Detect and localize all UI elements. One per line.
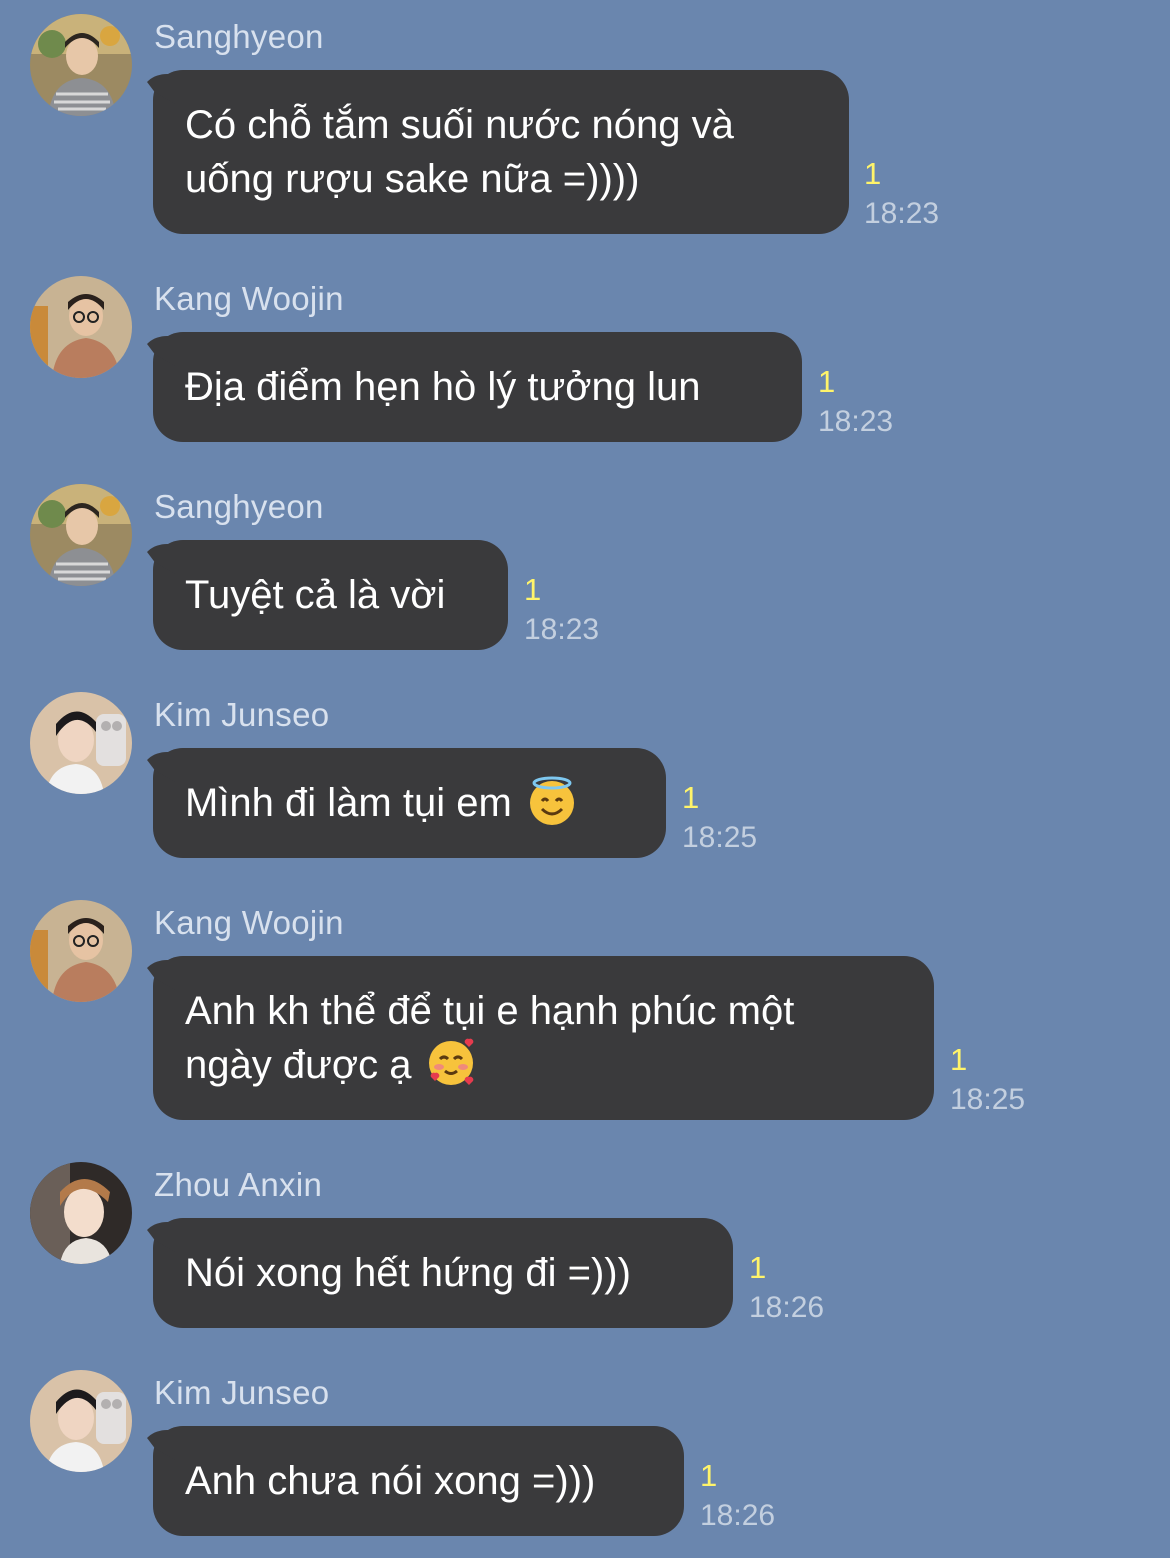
- sender-name: Sanghyeon: [154, 488, 324, 525]
- unread-count: 1: [950, 1042, 968, 1077]
- timestamp: 18:23: [524, 613, 600, 646]
- timestamp: 18:23: [864, 197, 940, 230]
- message-text: Nói xong hết hứng đi =))): [185, 1251, 631, 1295]
- timestamp: 18:25: [950, 1083, 1026, 1116]
- message-text: Có chỗ tắm suối nước nóng và uống rượu s…: [185, 103, 734, 201]
- avatar-kang-woojin: [30, 900, 132, 1002]
- message-meta: 1 18:23: [864, 154, 939, 234]
- message-bubble[interactable]: Anh kh thể để tụi e hạnh phúc một ngày đ…: [153, 956, 934, 1120]
- avatar-sanghyeon: [30, 14, 132, 116]
- timestamp: 18:25: [682, 821, 758, 854]
- message-bubble[interactable]: Mình đi làm tụi em: [153, 748, 666, 858]
- message-meta: 1 18:26: [700, 1456, 775, 1536]
- sender-name: Kang Woojin: [154, 904, 344, 941]
- avatar[interactable]: [30, 1162, 132, 1264]
- sender-name: Kang Woojin: [154, 280, 344, 317]
- message-row: Sanghyeon Có chỗ tắm suối nước nóng và u…: [0, 14, 1170, 234]
- unread-count: 1: [524, 572, 542, 607]
- unread-count: 1: [864, 156, 882, 191]
- message-row: Kang Woojin Anh kh thể để tụi e hạnh phú…: [0, 900, 1170, 1120]
- smiling-face-with-halo-emoji: [529, 776, 574, 826]
- message-meta: 1 18:25: [950, 1040, 1025, 1120]
- avatar[interactable]: [30, 14, 132, 116]
- sender-name: Kim Junseo: [154, 696, 330, 733]
- smiling-face-with-hearts-emoji: [429, 1039, 474, 1086]
- avatar[interactable]: [30, 692, 132, 794]
- message-bubble[interactable]: Địa điểm hẹn hò lý tưởng lun: [153, 332, 802, 442]
- avatar-sanghyeon: [30, 484, 132, 586]
- message-meta: 1 18:23: [524, 570, 599, 650]
- unread-count: 1: [818, 364, 836, 399]
- avatar-kim-junseo: [30, 1370, 132, 1472]
- message-text: Địa điểm hẹn hò lý tưởng lun: [185, 365, 701, 409]
- message-bubble[interactable]: Nói xong hết hứng đi =))): [153, 1218, 733, 1328]
- avatar[interactable]: [30, 484, 132, 586]
- avatar[interactable]: [30, 900, 132, 1002]
- unread-count: 1: [682, 780, 700, 815]
- avatar-kang-woojin: [30, 276, 132, 378]
- unread-count: 1: [700, 1458, 718, 1493]
- sender-name: Sanghyeon: [154, 18, 324, 55]
- sender-name: Zhou Anxin: [154, 1166, 323, 1203]
- message-row: Sanghyeon Tuyệt cả là vời 1 18:23: [0, 484, 1170, 650]
- timestamp: 18:23: [818, 405, 894, 438]
- chat-message-list[interactable]: Sanghyeon Có chỗ tắm suối nước nóng và u…: [0, 0, 1170, 1558]
- avatar-zhou-anxin: [30, 1162, 132, 1264]
- avatar[interactable]: [30, 276, 132, 378]
- timestamp: 18:26: [700, 1499, 776, 1532]
- message-row: Kim Junseo Anh chưa nói xong =))) 1 18:2…: [0, 1370, 1170, 1536]
- message-meta: 1 18:23: [818, 362, 893, 442]
- message-bubble[interactable]: Tuyệt cả là vời: [153, 540, 508, 650]
- message-meta: 1 18:26: [749, 1248, 824, 1328]
- message-row: Kang Woojin Địa điểm hẹn hò lý tưởng lun…: [0, 276, 1170, 442]
- message-meta: 1 18:25: [682, 778, 757, 858]
- message-text: Mình đi làm tụi em: [185, 781, 512, 825]
- message-bubble[interactable]: Có chỗ tắm suối nước nóng và uống rượu s…: [153, 70, 849, 234]
- message-bubble[interactable]: Anh chưa nói xong =))): [153, 1426, 684, 1536]
- message-text: Tuyệt cả là vời: [185, 573, 446, 617]
- avatar-kim-junseo: [30, 692, 132, 794]
- message-text: Anh chưa nói xong =))): [185, 1459, 596, 1503]
- sender-name: Kim Junseo: [154, 1374, 330, 1411]
- message-row: Kim Junseo Mình đi làm tụi em 1 18:25: [0, 692, 1170, 858]
- message-row: Zhou Anxin Nói xong hết hứng đi =))) 1 1…: [0, 1162, 1170, 1328]
- avatar[interactable]: [30, 1370, 132, 1472]
- timestamp: 18:26: [749, 1291, 825, 1324]
- message-text: Anh kh thể để tụi e hạnh phúc một ngày đ…: [185, 989, 795, 1087]
- unread-count: 1: [749, 1250, 767, 1285]
